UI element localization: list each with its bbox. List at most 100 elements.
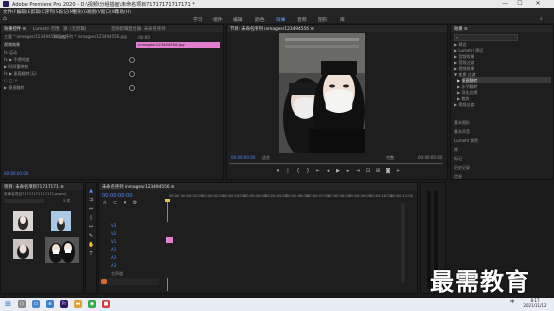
quality-dropdown[interactable]: 完整: [386, 155, 394, 161]
effects-search-input[interactable]: ⌕: [454, 34, 518, 41]
tab-lumetri-scopes[interactable]: Lumetri 范围: [33, 26, 59, 32]
premiere-taskbar-icon[interactable]: Pr: [60, 300, 68, 308]
pen-tool-icon[interactable]: ✎: [88, 233, 94, 239]
reset-icon-2[interactable]: [129, 71, 135, 77]
home-icon[interactable]: ⌂: [3, 16, 9, 22]
track-a2-label[interactable]: A2: [111, 255, 116, 260]
workspace-effects[interactable]: 效果: [276, 16, 286, 23]
panel-history[interactable]: 历史记录: [454, 165, 470, 171]
reset-icon[interactable]: [129, 57, 135, 63]
effect-row-vertical-flip-2[interactable]: ▶ 垂直翻转: [4, 85, 24, 91]
linked-selection-icon[interactable]: ⊂: [112, 200, 118, 206]
track-v2-label[interactable]: V2: [111, 231, 116, 236]
notification-icon[interactable]: [101, 279, 107, 284]
panel-info[interactable]: 信息: [454, 174, 462, 180]
program-timecode-left[interactable]: 00:00:00:00: [231, 155, 255, 160]
minimize-button[interactable]: —: [498, 0, 512, 8]
go-to-out-icon[interactable]: ⇥: [355, 168, 361, 174]
wechat-icon[interactable]: ◉: [88, 300, 96, 308]
sequence-clip-label[interactable]: 未命名序列 * inmagesr123494556.jpg: [53, 34, 127, 40]
effect-row-motion[interactable]: fx 运动: [4, 50, 17, 56]
step-forward-icon[interactable]: ▸: [345, 168, 351, 174]
panel-lumetri-color[interactable]: Lumetri 颜色: [454, 138, 479, 144]
effect-row-time-remap[interactable]: ▶ 时间重映射: [4, 64, 28, 70]
insert-icon[interactable]: ⊡: [365, 168, 371, 174]
tab-audio-clip-mixer[interactable]: 音频剪辑混合器: 未命名序列: [111, 26, 165, 32]
track-master-label[interactable]: 主声道: [111, 271, 123, 277]
workspace-graphics[interactable]: 图形: [318, 16, 328, 23]
ruler-tick-8: 00:00:08:00: [328, 194, 350, 198]
tab-project[interactable]: 项目: 未命名项目71717171 ≡: [4, 184, 64, 190]
effects-item-video-transitions[interactable]: ▶ 视频过渡: [454, 102, 474, 108]
camera-icon[interactable]: ◙: [385, 168, 391, 174]
work-area-bar[interactable]: [165, 199, 170, 202]
ime-indicator[interactable]: 中: [510, 299, 515, 305]
panel-libraries[interactable]: 库: [454, 147, 458, 153]
workspace-learn[interactable]: 学习: [193, 16, 203, 23]
mark-out-bracket-icon[interactable]: }: [305, 168, 311, 174]
track-select-tool-icon[interactable]: ⇉: [88, 197, 94, 203]
clip-bar[interactable]: inmagesr123494556.jpg: [136, 42, 220, 48]
file-explorer-icon[interactable]: ▬: [74, 300, 82, 308]
project-thumb-3[interactable]: [13, 239, 33, 259]
mark-in-bracket-icon[interactable]: {: [295, 168, 301, 174]
tab-program[interactable]: 节目: 未命名序列 inmagesr123494556 ≡: [230, 26, 314, 32]
workspace-libraries[interactable]: 库: [340, 16, 345, 23]
windows-start-icon[interactable]: ⊞: [4, 300, 12, 308]
reset-icon-3[interactable]: [129, 85, 135, 91]
hand-tool-icon[interactable]: ✋: [88, 242, 94, 248]
step-back-icon[interactable]: ◂: [325, 168, 331, 174]
mark-out-icon[interactable]: |: [285, 168, 291, 174]
mask-tools-row[interactable]: ○ □ ↗: [4, 78, 17, 83]
taskbar-clock[interactable]: 8:17 2021/11/12: [520, 298, 550, 308]
type-tool-icon[interactable]: T: [88, 251, 94, 257]
track-a1-label[interactable]: A1: [111, 247, 116, 252]
workspace-color[interactable]: 颜色: [255, 16, 265, 23]
go-to-in-icon[interactable]: ⇤: [315, 168, 321, 174]
timeline-scrollbar[interactable]: [401, 203, 405, 283]
add-marker-icon[interactable]: ▾: [122, 200, 128, 206]
effect-row-vertical-flip[interactable]: fx ▶ 垂直翻转(无): [4, 71, 37, 77]
maximize-button[interactable]: ☐: [513, 0, 527, 8]
edge-browser-icon[interactable]: e: [46, 300, 54, 308]
program-scrubber[interactable]: [229, 163, 443, 164]
panel-essential-graphics[interactable]: 基本图形: [454, 120, 470, 126]
task-view-icon[interactable]: ▭: [32, 300, 40, 308]
fit-dropdown[interactable]: 适合: [262, 155, 270, 161]
search-icon[interactable]: ⌕: [540, 16, 543, 22]
video-effects-heading: 视频效果: [4, 42, 20, 47]
slip-tool-icon[interactable]: ↔: [88, 224, 94, 230]
project-search-input[interactable]: [4, 199, 44, 203]
tab-effect-controls[interactable]: 效果控件 ≡: [4, 26, 26, 32]
tab-timeline-sequence[interactable]: 未命名序列 inmagesr123494556 ≡: [102, 184, 175, 190]
track-v3-label[interactable]: V3: [111, 223, 116, 228]
close-button[interactable]: ✕: [531, 0, 545, 8]
search-taskbar-icon[interactable]: ○: [18, 300, 26, 308]
button-editor-icon[interactable]: +: [395, 168, 401, 174]
effect-row-opacity[interactable]: fx ▶ 不透明度: [4, 57, 29, 63]
snap-icon[interactable]: ∩: [102, 200, 108, 206]
workspace-assembly[interactable]: 组件: [213, 16, 223, 23]
ripple-edit-tool-icon[interactable]: ⇔: [88, 206, 94, 212]
panel-essential-sound[interactable]: 基本声音: [454, 129, 470, 135]
project-thumb-1[interactable]: [13, 211, 33, 231]
timeline-clip-v1[interactable]: [166, 237, 173, 243]
track-a3-label[interactable]: A3: [111, 263, 116, 268]
razor-tool-icon[interactable]: ◊: [88, 215, 94, 221]
panel-markers[interactable]: 标记: [454, 156, 462, 162]
selection-tool-icon[interactable]: ▲: [88, 188, 94, 194]
play-icon[interactable]: ▶: [335, 168, 341, 174]
mark-in-icon[interactable]: ▾: [275, 168, 281, 174]
project-thumb-4-selected[interactable]: [45, 237, 79, 263]
workspace-editing[interactable]: 编辑: [233, 16, 243, 23]
app-icon-red[interactable]: ■: [102, 300, 110, 308]
timeline-timecode[interactable]: 00:00:00:00: [102, 193, 133, 199]
workspace-audio[interactable]: 音频: [297, 16, 307, 23]
effect-controls-timecode[interactable]: 00:00:00:00: [4, 171, 28, 176]
project-thumb-2[interactable]: [51, 211, 71, 231]
tab-effects[interactable]: 效果 ≡: [454, 26, 468, 32]
settings-icon[interactable]: ⚙: [132, 200, 138, 206]
track-v1-label[interactable]: V1: [111, 239, 116, 244]
tab-source[interactable]: 源: (无剪辑): [63, 26, 86, 32]
overwrite-icon[interactable]: ⊞: [375, 168, 381, 174]
